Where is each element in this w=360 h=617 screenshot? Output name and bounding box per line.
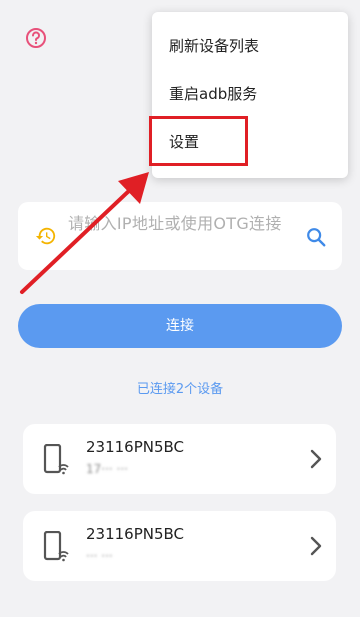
annotation-arrow bbox=[20, 172, 149, 294]
